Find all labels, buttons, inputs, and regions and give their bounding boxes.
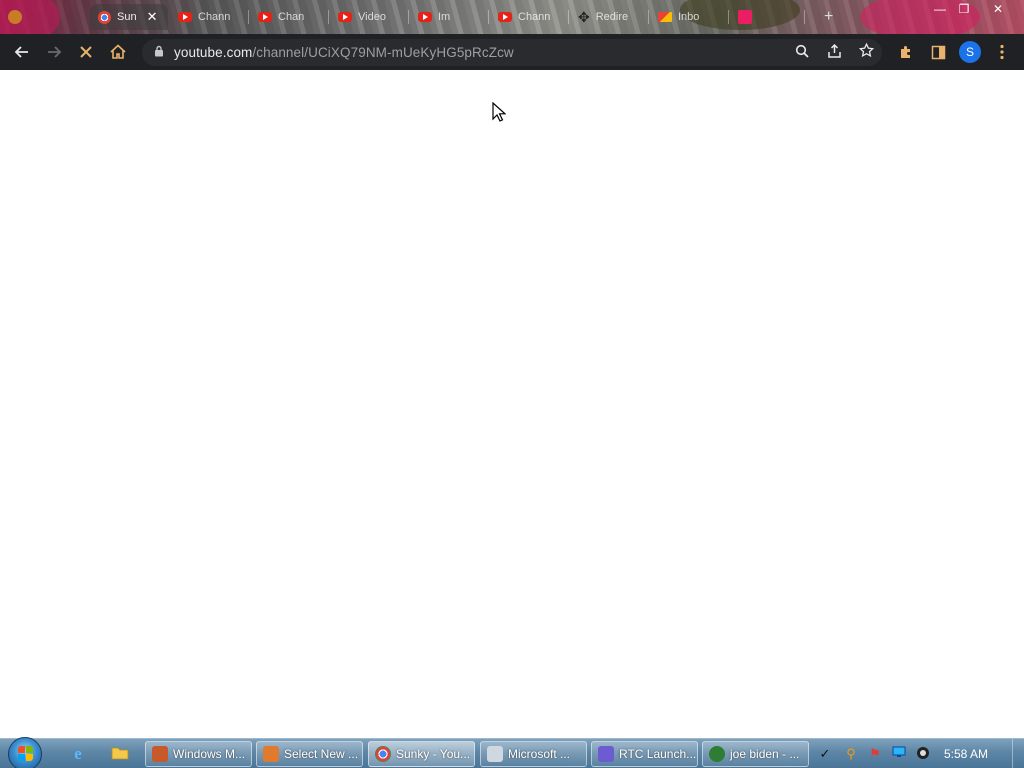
url-text: youtube.com/channel/UCiXQ79NM-mUeKyHG5pR… <box>174 45 514 60</box>
windows-taskbar: e Windows M... Select New ... Sunky - Yo… <box>0 737 1024 768</box>
tab-label: Video <box>358 11 386 23</box>
minimize-icon[interactable]: — <box>929 2 951 16</box>
tab-7[interactable]: Inbo <box>650 4 728 30</box>
youtube-icon <box>418 12 432 22</box>
tray-search-icon[interactable]: ⚲ <box>843 746 859 762</box>
tab-3[interactable]: Video <box>330 4 408 30</box>
url-host: youtube.com <box>174 45 253 60</box>
taskbar-item-2[interactable]: Sunky - You... <box>368 741 475 767</box>
restore-icon[interactable]: ❐ <box>953 2 975 16</box>
clock[interactable]: 5:58 AM <box>944 747 988 761</box>
side-panel-button[interactable] <box>926 40 950 64</box>
tab-separator <box>728 10 729 24</box>
browser-toolbar: youtube.com/channel/UCiXQ79NM-mUeKyHG5pR… <box>0 34 1024 70</box>
taskbar-item-label: RTC Launch... <box>619 747 697 761</box>
page-content <box>0 70 1024 738</box>
youtube-icon <box>258 12 272 22</box>
youtube-icon <box>498 12 512 22</box>
bookmark-star-icon[interactable] <box>856 42 876 63</box>
tab-separator <box>568 10 569 24</box>
extension-tab-icon[interactable] <box>8 4 36 30</box>
tab-5[interactable]: Chann <box>490 4 568 30</box>
taskbar-item-3[interactable]: Microsoft ... <box>480 741 587 767</box>
back-arrow-icon <box>14 46 28 58</box>
taskbar-item-label: Select New ... <box>284 747 359 761</box>
tab-8[interactable] <box>730 4 800 30</box>
tray-flag-icon[interactable]: ⚑ <box>867 746 883 762</box>
rtc-launcher-icon <box>598 746 614 762</box>
tab-separator <box>804 10 805 24</box>
close-window-icon[interactable]: ✕ <box>987 2 1009 16</box>
tray-check-icon[interactable]: ✓ <box>817 746 833 762</box>
stop-loading-button[interactable] <box>74 40 98 64</box>
puzzle-icon <box>901 46 910 58</box>
tab-label: Inbo <box>678 11 700 23</box>
microsoft-app-icon <box>487 746 503 762</box>
tab-label: Sun <box>117 11 137 23</box>
kebab-menu-icon <box>1000 44 1004 60</box>
profile-avatar[interactable]: S <box>959 41 981 63</box>
tab-separator <box>328 10 329 24</box>
tab-label: Chann <box>198 11 231 23</box>
start-button[interactable] <box>8 737 42 768</box>
forward-arrow-icon <box>48 46 62 58</box>
lock-icon <box>154 45 164 60</box>
tray-monitor-icon[interactable] <box>891 746 907 762</box>
taskbar-item-1[interactable]: Select New ... <box>256 741 363 767</box>
internet-explorer-icon[interactable]: e <box>68 745 88 763</box>
taskbar-item-label: Windows M... <box>173 747 246 761</box>
tab-separator <box>648 10 649 24</box>
youtube-icon <box>178 12 192 22</box>
home-icon <box>110 44 126 59</box>
tray-volume-icon[interactable] <box>915 746 931 762</box>
tab-1[interactable]: Chann <box>170 4 248 30</box>
windows-logo-icon <box>18 746 34 762</box>
address-bar[interactable]: youtube.com/channel/UCiXQ79NM-mUeKyHG5pR… <box>142 39 882 66</box>
tab-strip: Sun ✕ Chann Chan Video Im Chann ✥ Redire… <box>0 0 1024 34</box>
zoom-icon[interactable] <box>792 43 812 63</box>
tab-label: Redire <box>595 11 629 23</box>
taskbar-item-label: joe biden - ... <box>730 747 800 761</box>
browser-menu-button[interactable] <box>990 40 1014 64</box>
tab-2[interactable]: Chan <box>250 4 328 30</box>
chrome-icon <box>375 746 391 762</box>
taskbar-item-0[interactable]: Windows M... <box>145 741 252 767</box>
app-icon <box>263 746 279 762</box>
close-tab-icon[interactable]: ✕ <box>147 9 158 25</box>
share-icon[interactable] <box>824 43 844 63</box>
tab-separator <box>408 10 409 24</box>
mouse-cursor-icon <box>492 102 506 122</box>
new-tab-button[interactable]: + <box>816 4 840 30</box>
chrome-icon <box>98 10 111 24</box>
taskbar-item-4[interactable]: RTC Launch... <box>591 741 698 767</box>
taskbar-item-5[interactable]: joe biden - ... <box>702 741 809 767</box>
stop-icon <box>80 46 92 58</box>
side-panel-icon <box>931 45 945 59</box>
youtube-icon <box>338 12 352 22</box>
tab-0[interactable]: Sun ✕ <box>90 4 168 30</box>
tab-separator <box>488 10 489 24</box>
move-icon: ✥ <box>578 8 590 25</box>
url-path: /channel/UCiXQ79NM-mUeKyHG5pRcZcw <box>252 45 514 60</box>
back-button[interactable] <box>10 40 34 64</box>
taskbar-item-label: Sunky - You... <box>396 747 471 761</box>
taskbar-item-label: Microsoft ... <box>508 747 571 761</box>
extension-icon <box>8 10 22 24</box>
gmail-icon <box>658 12 672 22</box>
tab-label: Chann <box>518 11 551 23</box>
tab-label: Im <box>438 11 451 23</box>
download-icon <box>738 10 752 24</box>
extensions-button[interactable] <box>894 40 918 64</box>
tab-4[interactable]: Im <box>410 4 488 30</box>
tab-separator <box>248 10 249 24</box>
home-button[interactable] <box>106 40 130 64</box>
app-icon <box>709 746 725 762</box>
forward-button[interactable] <box>42 40 66 64</box>
media-player-icon <box>152 746 168 762</box>
file-explorer-icon[interactable] <box>110 745 130 763</box>
tab-6[interactable]: ✥ Redire <box>570 4 648 30</box>
show-desktop-button[interactable] <box>1012 739 1024 768</box>
tab-label: Chan <box>278 11 305 23</box>
